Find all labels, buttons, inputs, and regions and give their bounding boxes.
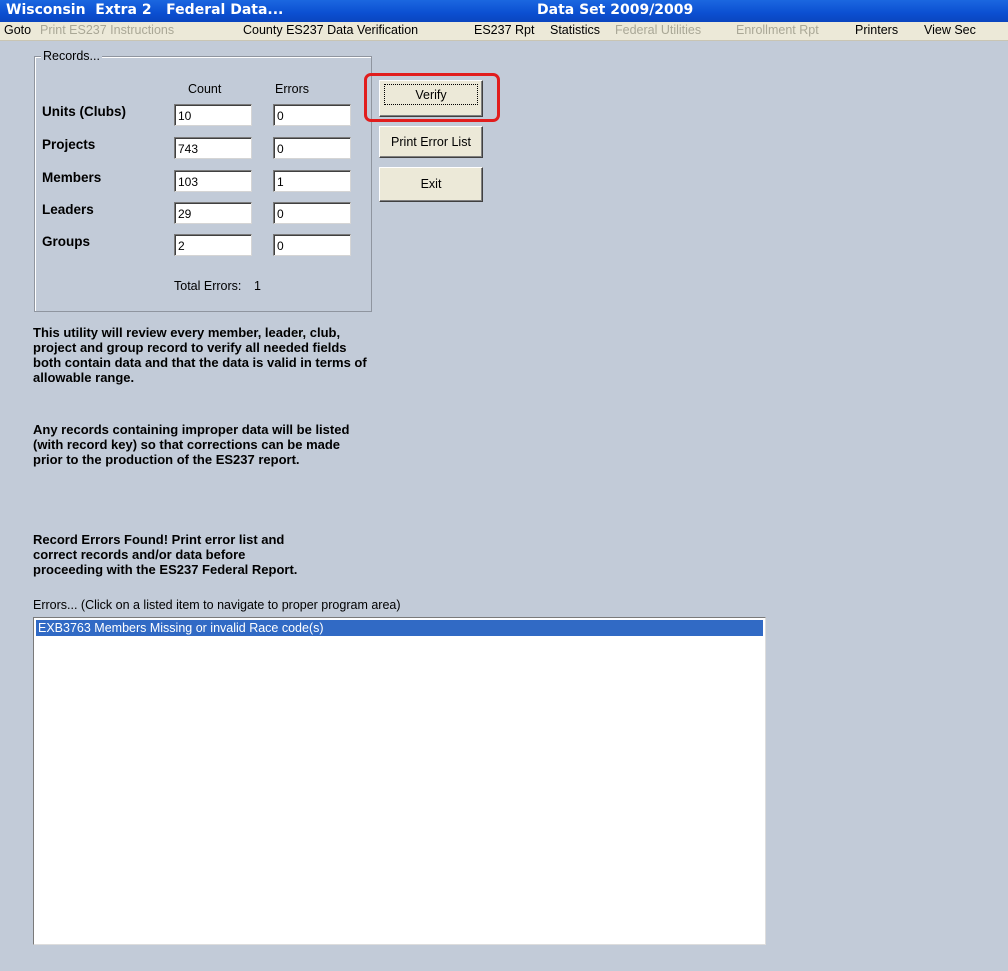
exit-button[interactable]: Exit [379,167,483,202]
members-count-field[interactable]: 103 [174,170,252,192]
units-count-field[interactable]: 10 [174,104,252,126]
menu-printers[interactable]: Printers [855,23,898,37]
menu-bar: Goto Print ES237 Instructions County ES2… [0,22,1008,41]
description-paragraph-2: Any records containing improper data wil… [33,422,350,467]
errors-listbox[interactable]: EXB3763 Members Missing or invalid Race … [33,617,766,945]
menu-enrollment-rpt: Enrollment Rpt [736,23,819,37]
groups-errors-field[interactable]: 0 [273,234,351,256]
description-paragraph-1: This utility will review every member, l… [33,325,367,385]
total-errors-value: 1 [254,279,261,293]
menu-county-es237-data-verification[interactable]: County ES237 Data Verification [243,23,418,37]
list-item[interactable]: EXB3763 Members Missing or invalid Race … [36,620,763,636]
menu-statistics[interactable]: Statistics [550,23,600,37]
projects-errors-field[interactable]: 0 [273,137,351,159]
verify-button[interactable]: Verify [379,80,483,117]
members-errors-field[interactable]: 1 [273,170,351,192]
menu-goto[interactable]: Goto [4,23,31,37]
row-label-groups: Groups [42,234,91,249]
menu-federal-utilities: Federal Utilities [615,23,702,37]
row-label-units: Units (Clubs) [42,104,126,119]
groups-count-field[interactable]: 2 [174,234,252,256]
row-label-members: Members [42,170,102,185]
errors-header: Errors [275,82,310,96]
count-header: Count [188,82,222,96]
title-bar: Wisconsin Extra 2 Federal Data... Data S… [0,0,1008,22]
menu-print-es237-instructions: Print ES237 Instructions [40,23,175,37]
window-title: Wisconsin Extra 2 Federal Data... [6,2,284,18]
projects-count-field[interactable]: 743 [174,137,252,159]
menu-view-sec[interactable]: View Sec [924,23,976,37]
status-message: Record Errors Found! Print error list an… [33,532,298,577]
row-label-projects: Projects [42,137,96,152]
leaders-errors-field[interactable]: 0 [273,202,351,224]
print-error-list-button[interactable]: Print Error List [379,126,483,158]
total-errors-label: Total Errors: [174,279,242,293]
units-errors-field[interactable]: 0 [273,104,351,126]
menu-es237-rpt[interactable]: ES237 Rpt [474,23,534,37]
records-legend: Records... [41,49,102,63]
data-set-title: Data Set 2009/2009 [537,2,694,18]
row-label-leaders: Leaders [42,202,94,217]
verify-button-label: Verify [384,84,478,105]
errors-caption: Errors... (Click on a listed item to nav… [33,598,401,612]
leaders-count-field[interactable]: 29 [174,202,252,224]
